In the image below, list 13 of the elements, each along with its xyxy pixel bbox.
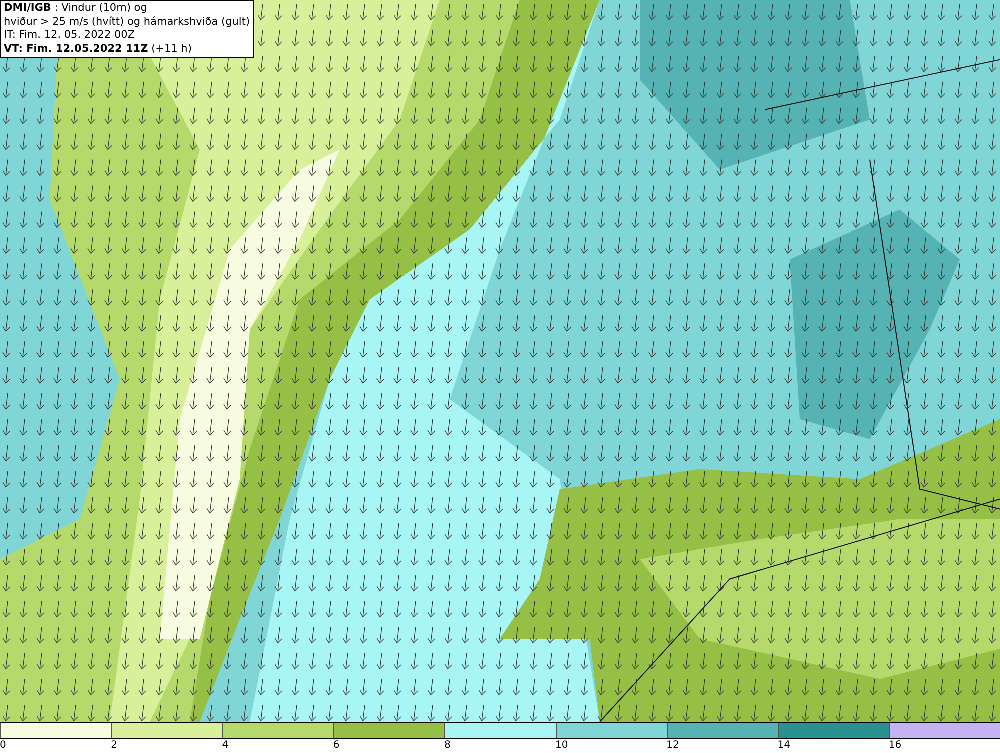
- info-text: IT: Fim. 12. 05. 2022 00Z: [4, 29, 136, 42]
- legend-label: 0: [0, 739, 8, 753]
- legend-label: 2: [111, 739, 118, 753]
- legend-label: 8: [444, 739, 452, 753]
- info-text: VT: Fim. 12.05.2022 11Z (+11 h): [4, 42, 193, 56]
- info-text: DMI/IGB : Vindur (10m) og: [4, 2, 148, 16]
- info-text: hviður > 25 m/s (hvítt) og hámarkshviða (gult): [4, 16, 250, 29]
- legend-label: 14: [778, 739, 792, 753]
- legend-label: 4: [222, 739, 230, 753]
- legend-label: 10: [556, 739, 570, 753]
- legend-label: 16: [888, 739, 903, 753]
- legend-label: 12: [666, 739, 680, 753]
- legend-label: 6: [333, 739, 341, 753]
